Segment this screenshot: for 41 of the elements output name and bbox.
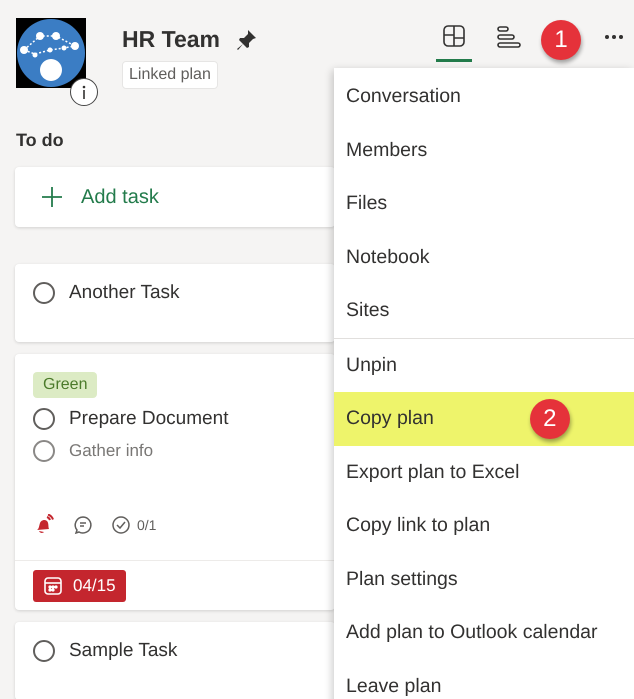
task-card[interactable]: Sample Task: [15, 622, 335, 699]
menu-item[interactable]: Members: [334, 124, 634, 177]
menu-item[interactable]: Export plan to Excel: [334, 446, 634, 499]
checkbox[interactable]: [33, 282, 55, 304]
board-icon: [442, 24, 466, 48]
menu-item[interactable]: Add plan to Outlook calendar: [334, 606, 634, 660]
step-number: 1: [541, 20, 581, 60]
checklist-item: Gather info: [69, 441, 154, 461]
info-icon[interactable]: [70, 78, 98, 106]
menu-item[interactable]: Conversation: [334, 70, 634, 124]
menu-item[interactable]: Sites: [334, 284, 634, 338]
menu-item[interactable]: Notebook: [334, 230, 634, 284]
checkbox[interactable]: [33, 640, 55, 662]
bucket-title: To do: [16, 130, 65, 151]
task-title: Another Task: [69, 282, 180, 304]
view-tab[interactable]: [436, 22, 472, 62]
plan-title: HR Team: [122, 26, 220, 53]
plus-icon: [41, 186, 63, 208]
menu-item[interactable]: Copy link to plan: [334, 499, 634, 552]
task-title: Sample Task: [69, 640, 178, 662]
label-tag: Green: [33, 372, 98, 398]
menu-item[interactable]: Leave plan: [334, 660, 634, 699]
add-task-button[interactable]: Add task: [15, 167, 335, 227]
linked-plan-tag: Linked plan: [122, 61, 218, 89]
checkbox[interactable]: [33, 440, 55, 462]
schedule-icon: [495, 24, 521, 50]
menu-item[interactable]: Copy plan 2: [334, 392, 634, 446]
more-icon[interactable]: [604, 34, 624, 40]
checkbox[interactable]: [33, 408, 55, 430]
task-card[interactable]: Another Task: [15, 264, 335, 342]
menu-item[interactable]: Plan settings: [334, 552, 634, 606]
calendar-icon: [43, 576, 63, 596]
menu-item[interactable]: Files: [334, 177, 634, 230]
step-number: 2: [530, 398, 570, 439]
plan-logo: [16, 18, 86, 88]
checklist-icon: [111, 515, 131, 535]
task-title: Prepare Document: [69, 408, 228, 430]
menu-item[interactable]: Unpin: [334, 338, 634, 392]
task-card[interactable]: Green Prepare Document Gather info 0/1 04/15: [15, 354, 335, 610]
checklist-count: 0/1: [137, 517, 156, 533]
due-date-badge: 04/15: [33, 570, 126, 602]
